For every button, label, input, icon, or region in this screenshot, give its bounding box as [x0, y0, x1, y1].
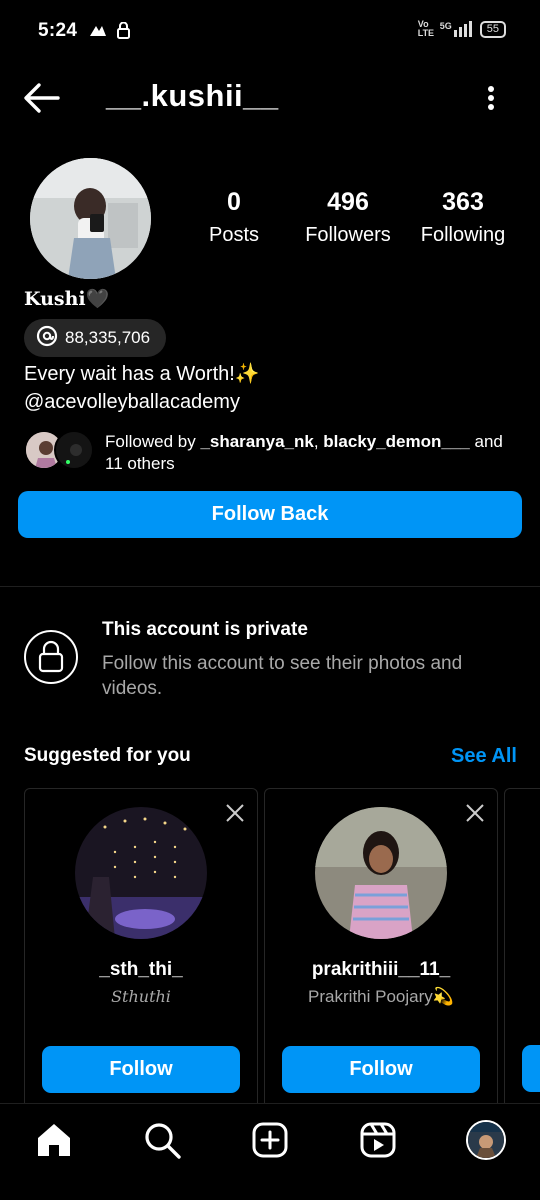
follow-button-partial[interactable] — [522, 1045, 540, 1092]
following-stat[interactable]: 363 Following — [413, 188, 513, 247]
suggested-title: Suggested for you — [24, 745, 191, 766]
bio-mention-link[interactable]: @acevolleyballacademy — [24, 391, 240, 414]
mutual-avatar — [54, 430, 94, 470]
suggestion-card[interactable]: prakrithiii__11_ Prakrithi Poojary💫 Foll… — [264, 788, 498, 1118]
suggestion-username[interactable]: _sth_thi_ — [25, 959, 257, 981]
followed-by-separator: , — [313, 432, 324, 451]
lock-icon — [24, 630, 78, 684]
posts-stat[interactable]: 0 Posts — [196, 188, 272, 247]
suggestion-username[interactable]: prakrithiii__11_ — [265, 959, 497, 981]
see-all-link[interactable]: See All — [451, 745, 517, 768]
back-arrow-icon[interactable] — [22, 80, 62, 116]
followed-by-others: 11 others — [105, 454, 175, 473]
signal-label: 5G — [439, 21, 452, 31]
profile-display-name: Kushi🖤 — [24, 288, 110, 310]
more-options-icon[interactable] — [479, 84, 503, 114]
home-icon[interactable] — [34, 1120, 74, 1160]
suggestion-avatar[interactable] — [75, 807, 207, 939]
network-label: Vo LTE — [417, 19, 435, 38]
followers-label: Followers — [305, 224, 391, 246]
follow-back-button[interactable]: Follow Back — [18, 491, 522, 538]
followers-stat[interactable]: 496 Followers — [298, 188, 398, 247]
mutual-user-2: blacky_demon___ — [323, 432, 470, 451]
profile-avatar-nav[interactable] — [466, 1120, 506, 1160]
search-icon[interactable] — [142, 1120, 182, 1160]
private-title: This account is private — [102, 619, 308, 640]
bio-line: Every wait has a Worth!✨ — [24, 363, 260, 385]
suggestion-card[interactable]: _sth_thi_ Sthuthi Follow — [24, 788, 258, 1118]
battery-level: 55 — [486, 22, 499, 35]
profile-avatar[interactable] — [30, 158, 151, 279]
threads-count: 88,335,706 — [65, 328, 151, 347]
mutual-user-1: _sharanya_nk — [200, 432, 314, 451]
follow-button[interactable]: Follow — [282, 1046, 480, 1093]
suggestion-avatar[interactable] — [315, 807, 447, 939]
reels-icon[interactable] — [358, 1120, 398, 1160]
threads-icon — [36, 325, 58, 352]
divider — [0, 586, 540, 587]
following-count: 363 — [442, 188, 484, 216]
close-icon[interactable] — [225, 803, 245, 823]
suggestion-name: Prakrithi Poojary💫 — [308, 987, 454, 1006]
followed-by-suffix: and — [469, 432, 503, 451]
posts-count: 0 — [227, 188, 241, 216]
followed-by-text[interactable]: Followed by _sharanya_nk, blacky_demon__… — [105, 431, 515, 475]
signal-icon: 5G — [440, 21, 472, 37]
following-label: Following — [420, 224, 506, 246]
status-notification-icons — [88, 21, 138, 40]
battery-icon: 55 — [479, 20, 506, 38]
follow-button[interactable]: Follow — [42, 1046, 240, 1093]
followers-count: 496 — [327, 188, 369, 216]
threads-badge[interactable]: 88,335,706 — [24, 319, 166, 357]
create-icon[interactable] — [250, 1120, 290, 1160]
suggestion-name: Sthuthi — [111, 987, 171, 1006]
posts-label: Posts — [208, 224, 260, 246]
status-time: 5:24 — [38, 20, 78, 41]
profile-username: __.kushii__ — [106, 78, 279, 113]
private-subtitle: Follow this account to see their photos … — [102, 653, 463, 699]
followed-by-prefix: Followed by — [105, 432, 201, 451]
close-icon[interactable] — [465, 803, 485, 823]
status-right-icons: Vo LTE 5G 55 — [418, 20, 506, 38]
